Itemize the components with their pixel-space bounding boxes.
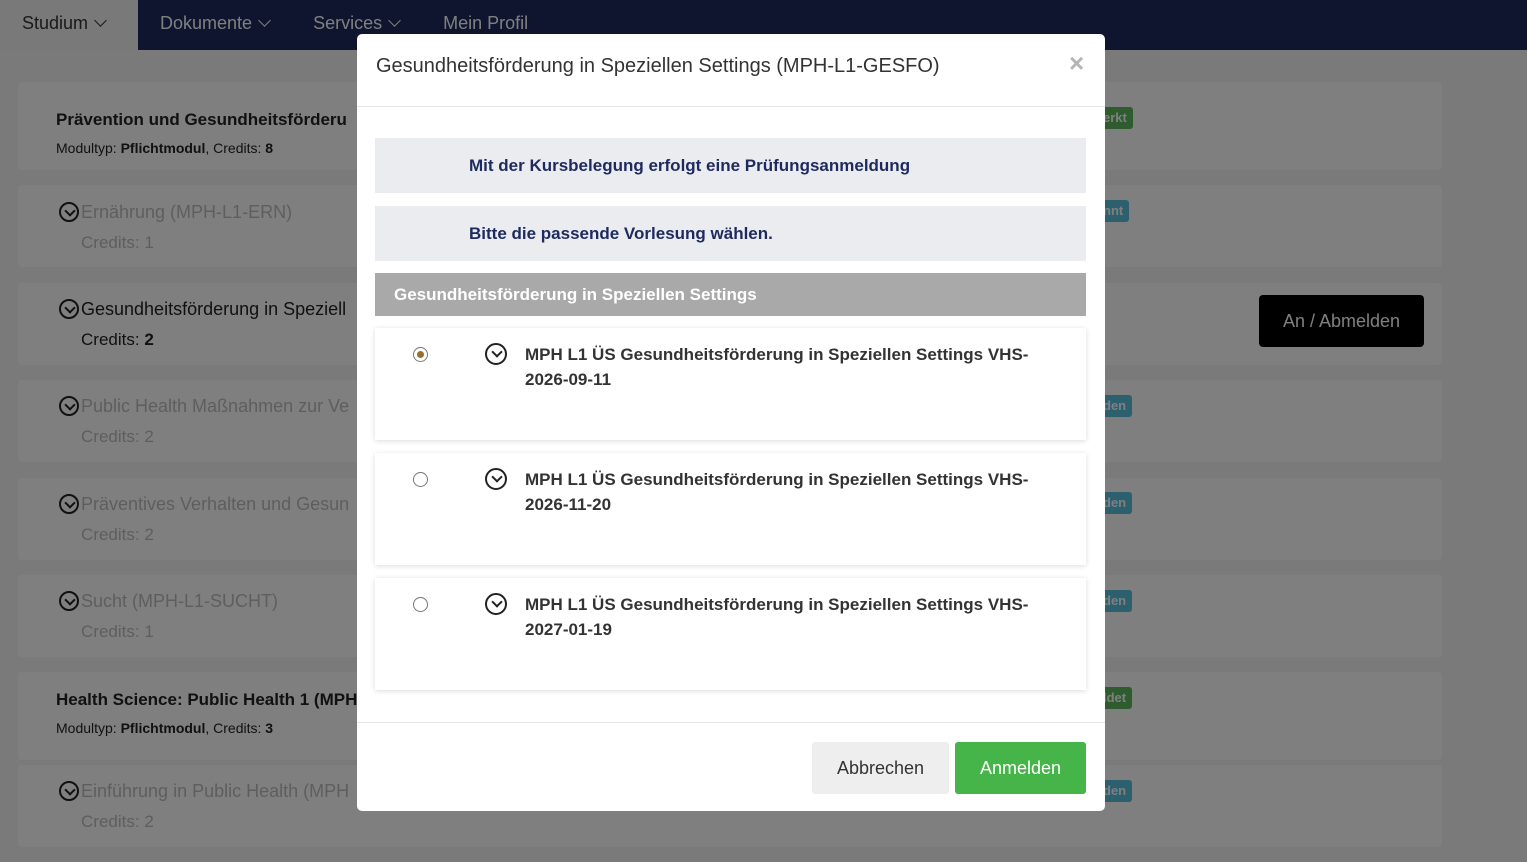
info-box-exam: Mit der Kursbelegung erfolgt eine Prüfun… <box>375 138 1086 193</box>
expand-circle-icon[interactable] <box>485 343 507 365</box>
info-text: Bitte die passende Vorlesung wählen. <box>469 224 773 243</box>
radio-button[interactable] <box>413 597 428 612</box>
lecture-option[interactable]: MPH L1 ÜS Gesundheitsförderung in Spezie… <box>375 328 1086 440</box>
lecture-option[interactable]: MPH L1 ÜS Gesundheitsförderung in Spezie… <box>375 453 1086 565</box>
lecture-label: MPH L1 ÜS Gesundheitsförderung in Spezie… <box>525 595 1029 639</box>
info-text: Mit der Kursbelegung erfolgt eine Prüfun… <box>469 156 911 175</box>
radio-button[interactable] <box>413 472 428 487</box>
modal-title: Gesundheitsförderung in Speziellen Setti… <box>376 55 940 77</box>
close-icon[interactable]: × <box>1069 48 1084 79</box>
lecture-label: MPH L1 ÜS Gesundheitsförderung in Spezie… <box>525 345 1029 389</box>
modal-footer: Abbrechen Anmelden <box>357 722 1105 811</box>
group-header: Gesundheitsförderung in Speziellen Setti… <box>375 273 1086 316</box>
course-registration-modal: Gesundheitsförderung in Speziellen Setti… <box>357 34 1105 811</box>
lecture-option[interactable]: MPH L1 ÜS Gesundheitsförderung in Spezie… <box>375 578 1086 690</box>
register-button[interactable]: Anmelden <box>955 742 1086 794</box>
info-box-hint: Bitte die passende Vorlesung wählen. <box>375 206 1086 261</box>
expand-circle-icon[interactable] <box>485 593 507 615</box>
radio-button[interactable] <box>413 347 428 362</box>
group-title: Gesundheitsförderung in Speziellen Setti… <box>394 285 757 304</box>
cancel-button[interactable]: Abbrechen <box>812 742 949 794</box>
expand-circle-icon[interactable] <box>485 468 507 490</box>
modal-header: Gesundheitsförderung in Speziellen Setti… <box>357 34 1105 107</box>
lecture-label: MPH L1 ÜS Gesundheitsförderung in Spezie… <box>525 470 1029 514</box>
